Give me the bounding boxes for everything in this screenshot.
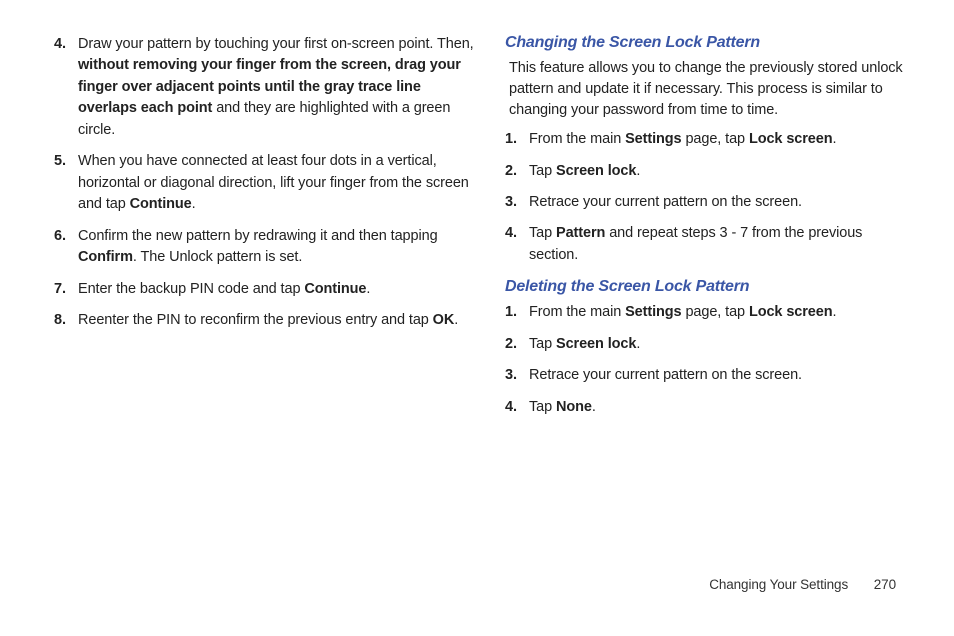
list-marker: 8. <box>54 310 66 331</box>
list-marker: 1. <box>505 129 517 150</box>
page-footer: Changing Your Settings 270 <box>709 577 896 592</box>
text-segment: Draw your pattern by touching your first… <box>78 36 474 52</box>
text-segment: Settings <box>625 131 681 147</box>
text-segment: Confirm the new pattern by redrawing it … <box>78 228 438 244</box>
list-item: 1.From the main Settings page, tap Lock … <box>529 129 910 150</box>
list-item: 2.Tap Screen lock. <box>529 334 910 355</box>
text-segment: Screen lock <box>556 336 636 352</box>
list-marker: 5. <box>54 151 66 172</box>
text-segment: . <box>636 163 640 179</box>
list-item: 3.Retrace your current pattern on the sc… <box>529 192 910 213</box>
left-column: 4. Draw your pattern by touching your fir… <box>54 34 475 430</box>
list-marker: 3. <box>505 365 517 386</box>
list-item: 6.Confirm the new pattern by redrawing i… <box>78 226 475 269</box>
section-heading: Deleting the Screen Lock Pattern <box>505 278 910 296</box>
footer-label: Changing Your Settings <box>709 577 848 592</box>
section2-list: 1. From the main Settings page, tap Lock … <box>505 302 910 418</box>
list-marker: 1. <box>505 302 517 323</box>
list-marker: 6. <box>54 226 66 247</box>
text-segment: Lock screen <box>749 131 833 147</box>
section-heading: Changing the Screen Lock Pattern <box>505 34 910 52</box>
text-segment: . <box>636 336 640 352</box>
text-segment: page, tap <box>682 131 749 147</box>
text-segment: . <box>366 281 370 297</box>
text-segment: Enter the backup PIN code and tap <box>78 281 304 297</box>
text-segment: From the main <box>529 131 625 147</box>
text-segment: Tap <box>529 163 556 179</box>
text-segment: From the main <box>529 304 625 320</box>
text-segment: Continue <box>130 196 192 212</box>
text-segment: OK <box>433 312 455 328</box>
list-marker: 4. <box>505 223 517 244</box>
text-segment: . <box>832 304 836 320</box>
list-marker: 2. <box>505 334 517 355</box>
text-segment: . <box>192 196 196 212</box>
page-content: 4. Draw your pattern by touching your fir… <box>0 0 954 430</box>
text-segment: . <box>454 312 458 328</box>
section-intro: This feature allows you to change the pr… <box>505 58 910 121</box>
text-segment: Continue <box>304 281 366 297</box>
text-segment: page, tap <box>682 304 749 320</box>
text-segment: . <box>592 399 596 415</box>
text-segment: Retrace your current pattern on the scre… <box>529 194 802 210</box>
text-segment: Settings <box>625 304 681 320</box>
left-ordered-list: 4. Draw your pattern by touching your fir… <box>54 34 475 331</box>
list-item: 4.Tap None. <box>529 397 910 418</box>
text-segment: Tap <box>529 225 556 241</box>
list-item: 1.From the main Settings page, tap Lock … <box>529 302 910 323</box>
text-segment: Retrace your current pattern on the scre… <box>529 367 802 383</box>
section1-list: 1. From the main Settings page, tap Lock … <box>505 129 910 266</box>
text-segment: . <box>832 131 836 147</box>
list-item: 2.Tap Screen lock. <box>529 161 910 182</box>
text-segment: Lock screen <box>749 304 833 320</box>
text-segment: Confirm <box>78 249 133 265</box>
list-item: 3.Retrace your current pattern on the sc… <box>529 365 910 386</box>
list-marker: 4. <box>505 397 517 418</box>
text-segment: None <box>556 399 592 415</box>
list-item: 8.Reenter the PIN to reconfirm the previ… <box>78 310 475 331</box>
list-item: 4.Draw your pattern by touching your fir… <box>78 34 475 141</box>
text-segment: Reenter the PIN to reconfirm the previou… <box>78 312 433 328</box>
section-changing-pattern: Changing the Screen Lock Pattern This fe… <box>505 34 910 266</box>
text-segment: Pattern <box>556 225 605 241</box>
text-segment: Screen lock <box>556 163 636 179</box>
list-marker: 2. <box>505 161 517 182</box>
text-segment: Tap <box>529 336 556 352</box>
page-number: 270 <box>874 577 896 592</box>
list-item: 7.Enter the backup PIN code and tap Cont… <box>78 279 475 300</box>
right-column: Changing the Screen Lock Pattern This fe… <box>505 34 910 430</box>
text-segment: Tap <box>529 399 556 415</box>
list-marker: 3. <box>505 192 517 213</box>
list-item: 4.Tap Pattern and repeat steps 3 - 7 fro… <box>529 223 910 266</box>
list-marker: 7. <box>54 279 66 300</box>
list-item: 5.When you have connected at least four … <box>78 151 475 215</box>
text-segment: . The Unlock pattern is set. <box>133 249 302 265</box>
list-marker: 4. <box>54 34 66 55</box>
section-deleting-pattern: Deleting the Screen Lock Pattern 1. From … <box>505 278 910 418</box>
